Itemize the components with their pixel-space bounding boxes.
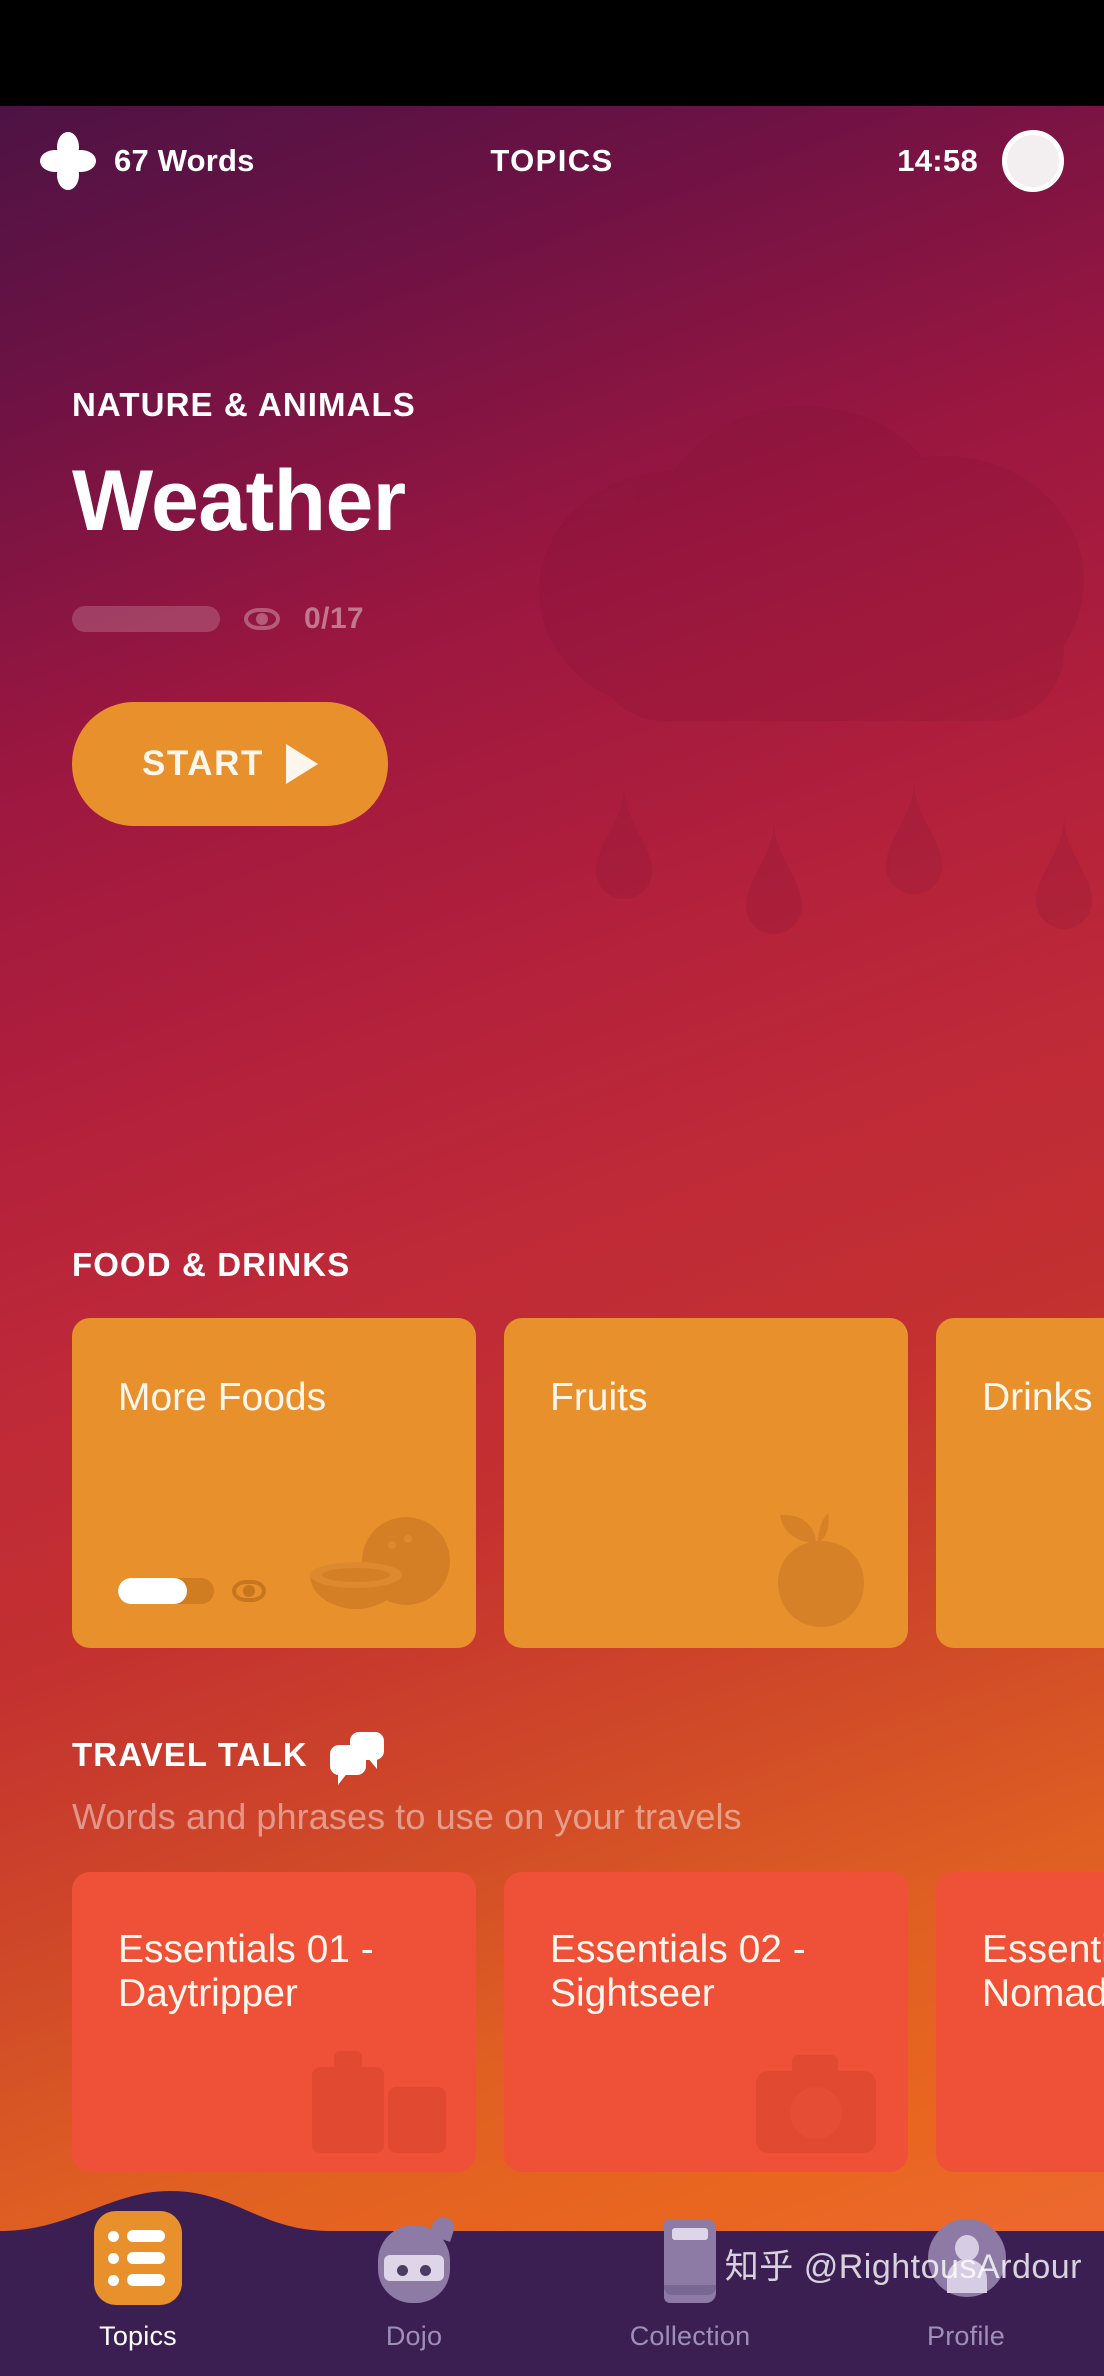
bottom-nav-wrap: Topics Dojo Collection Profile (0, 2176, 1104, 2376)
section-title: TRAVEL TALK (72, 1736, 308, 1773)
section-1: TRAVEL TALK Words and phrases to use on y… (0, 1732, 1104, 2172)
start-button[interactable]: START (72, 702, 388, 826)
nav-label-topics: Topics (99, 2321, 177, 2351)
topic-card[interactable]: Essentials 02 - Sightseer (504, 1872, 908, 2172)
section-subtitle: Words and phrases to use on your travels (72, 1796, 742, 1837)
eye-icon (244, 608, 280, 630)
nav-label-profile: Profile (927, 2321, 1005, 2351)
nav-item-topics[interactable]: Topics (0, 2211, 276, 2352)
hero-progress-row: 0/17 (72, 602, 1104, 636)
speech-bubbles-icon (329, 1732, 384, 1785)
topic-card[interactable]: Drinks (936, 1318, 1104, 1648)
nav-item-collection[interactable]: Collection (552, 2211, 828, 2352)
topic-card-title: Fruits (550, 1376, 648, 1419)
nav-item-profile[interactable]: Profile (828, 2211, 1104, 2352)
book-icon (650, 2211, 730, 2305)
play-triangle-icon (286, 744, 319, 784)
card-carousel[interactable]: Essentials 01 - Daytripper Essentials 02 … (0, 1872, 1104, 2172)
clock-label: 14:58 (897, 143, 978, 178)
topic-card-title: More Foods (118, 1376, 327, 1419)
topic-card-title: Essentials 01 - Daytripper (118, 1928, 374, 2016)
person-icon (922, 2211, 1010, 2305)
luggage-icon (304, 2033, 454, 2158)
nav-label-collection: Collection (629, 2321, 751, 2351)
topic-card-title: Drinks (982, 1376, 1093, 1419)
nav-item-dojo[interactable]: Dojo (276, 2211, 552, 2352)
status-bar-top (0, 0, 1104, 106)
topic-card-title: Essentials 03 - Nomad (982, 1928, 1104, 2016)
bottom-nav: Topics Dojo Collection Profile (0, 2191, 1104, 2376)
nav-label-dojo: Dojo (385, 2321, 443, 2351)
section-header: TRAVEL TALK (0, 1732, 1104, 1785)
hero-progress-bar (72, 606, 220, 632)
word-count-group[interactable]: 67 Words (40, 132, 255, 190)
app-header: 67 Words TOPICS 14:58 (0, 106, 1104, 216)
card-carousel[interactable]: More Foods Fruits Drinks (0, 1318, 1104, 1648)
topic-card-title: Essentials 02 - Sightseer (550, 1928, 806, 2016)
header-right-group: 14:58 (897, 130, 1064, 192)
topic-card[interactable]: Essentials 03 - Nomad (936, 1872, 1104, 2172)
hero-progress-label: 0/17 (304, 602, 364, 635)
scrollable-content[interactable]: 67 Words TOPICS 14:58 NATURE & ANIMALS W… (0, 106, 1104, 2320)
topic-card[interactable]: More Foods (72, 1318, 476, 1648)
ninja-icon (372, 2211, 457, 2305)
card-progress-bar (118, 1578, 214, 1604)
card-progress-row (118, 1578, 266, 1604)
hero-category-label: NATURE & ANIMALS (72, 386, 416, 423)
avatar[interactable] (1002, 130, 1064, 192)
app-root: 67 Words TOPICS 14:58 NATURE & ANIMALS W… (0, 0, 1104, 2376)
topic-sections: FOOD & DRINKS More Foods Fruits Drinks TRAVE… (0, 1246, 1104, 2172)
four-petal-flower-icon (40, 132, 96, 190)
topic-card[interactable]: Fruits (504, 1318, 908, 1648)
section-title: FOOD & DRINKS (72, 1246, 351, 1283)
coconut-orange-icon (304, 1509, 454, 1634)
eye-icon (232, 1580, 266, 1602)
section-0: FOOD & DRINKS More Foods Fruits Drinks (0, 1246, 1104, 1648)
list-icon (94, 2211, 182, 2305)
words-count-label: 67 Words (114, 143, 255, 178)
hero-title: Weather (72, 453, 406, 549)
featured-topic: NATURE & ANIMALS Weather 0/17 START (0, 216, 1104, 1246)
apple-icon (756, 1499, 886, 1634)
topic-card[interactable]: Essentials 01 - Daytripper (72, 1872, 476, 2172)
camera-icon (746, 2033, 886, 2158)
section-header: FOOD & DRINKS (0, 1246, 1104, 1284)
start-button-label: START (141, 744, 265, 783)
